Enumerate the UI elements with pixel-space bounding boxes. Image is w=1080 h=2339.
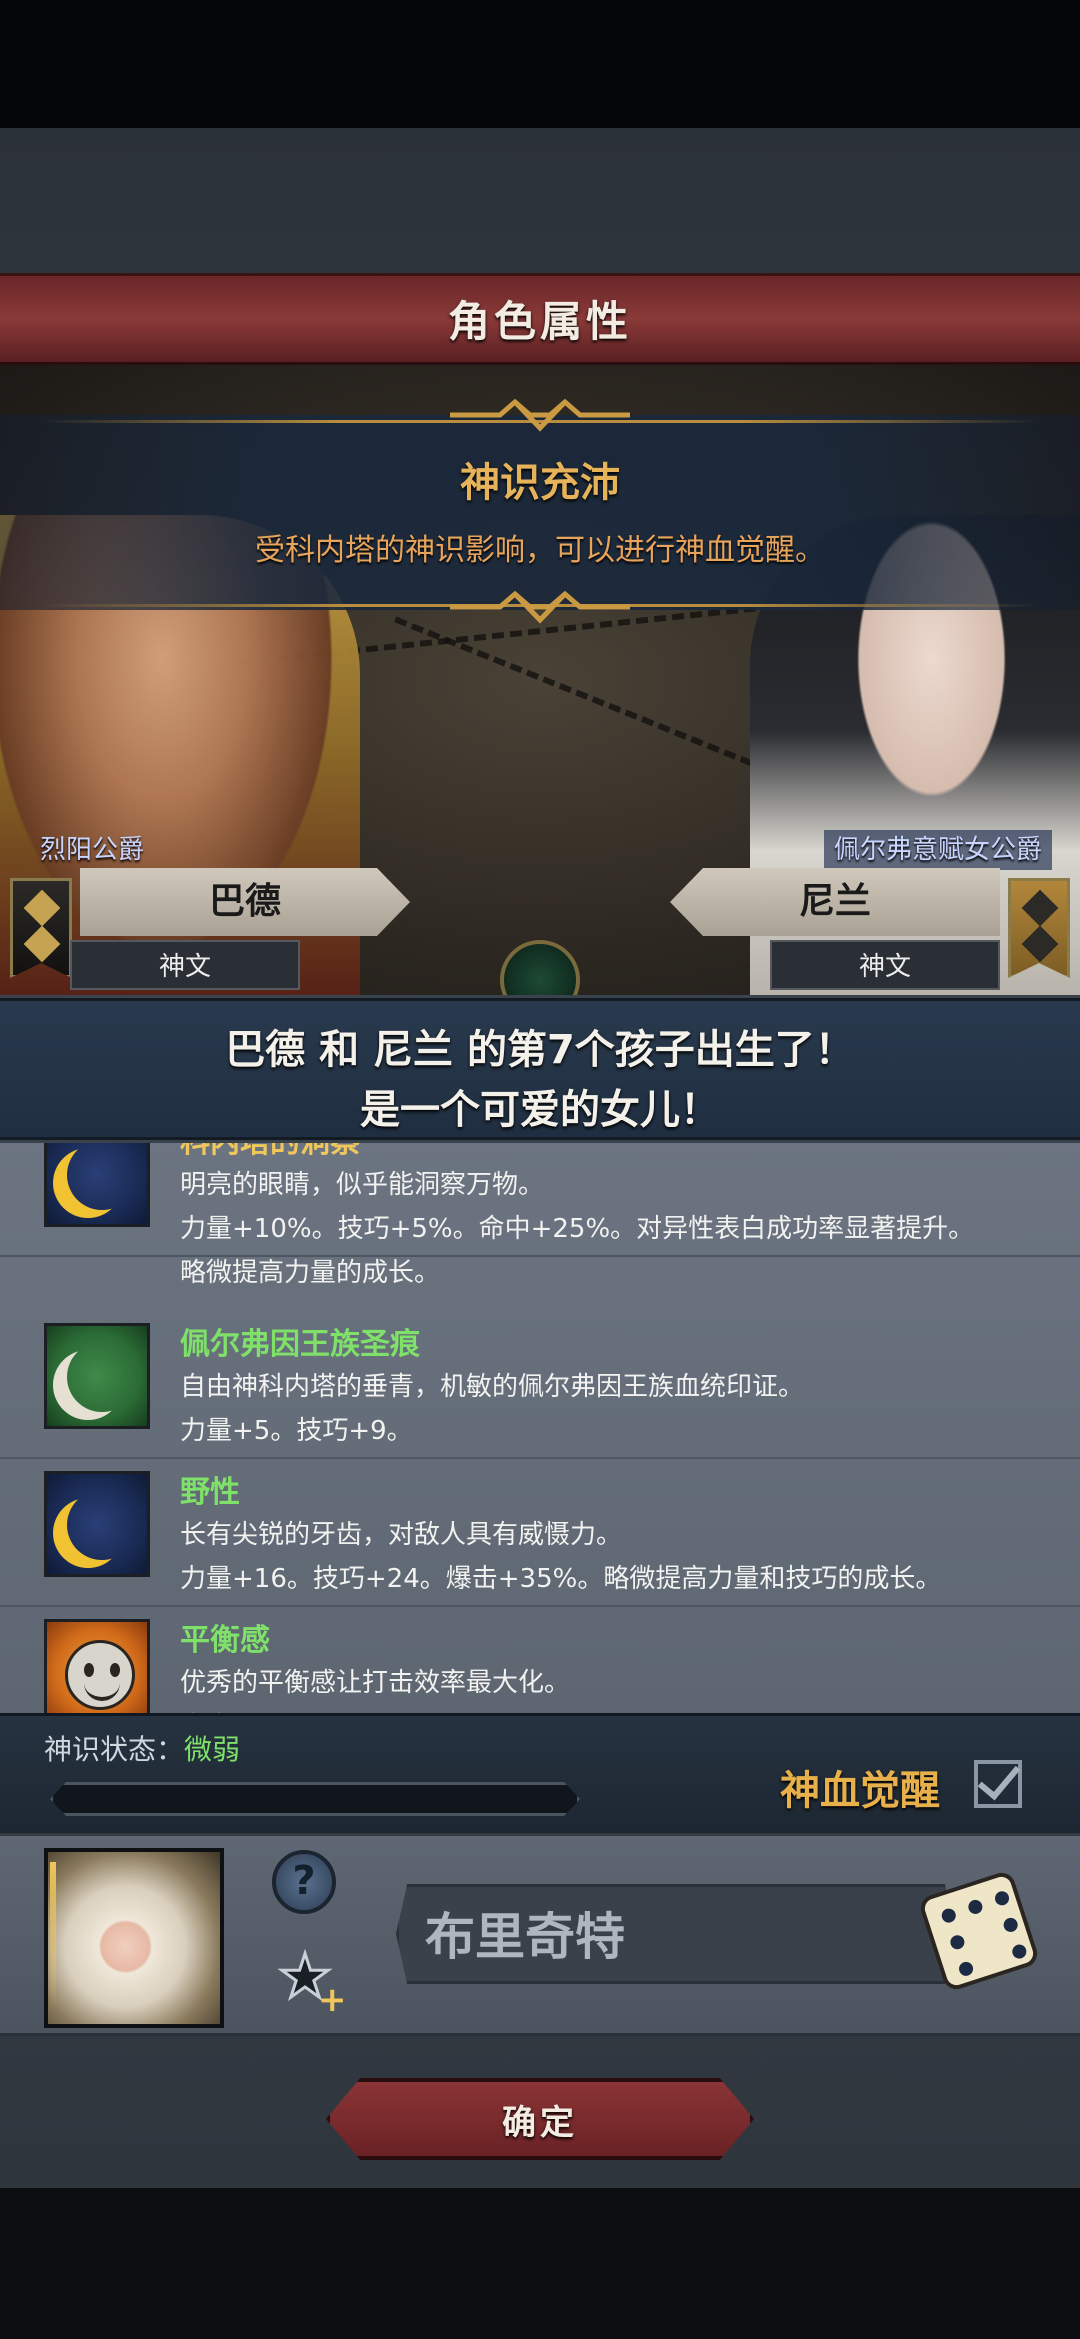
dynasty-emblem-icon — [500, 940, 580, 995]
smiley-face-icon — [44, 1619, 150, 1713]
divine-status-label: 神识状态：微弱 — [44, 1733, 241, 1766]
trait-name: 平衡感 — [180, 1623, 270, 1658]
birth-message-line: 是一个可爱的女儿！ — [360, 1087, 720, 1133]
father-trait: 神文 — [70, 940, 300, 990]
bottom-letterbox — [0, 2188, 1080, 2339]
page-title: 角色属性 — [447, 297, 632, 346]
mother-rank: 佩尔弗意赋女公爵 — [823, 830, 1052, 870]
birth-message: 巴德 和 尼兰 的第7个孩子出生了！ 是一个可爱的女儿！ — [0, 998, 1080, 1140]
list-item: 佩尔弗因王族圣痕 自由神科内塔的垂青，机敏的佩尔弗因王族血统印证。 力量+5。技… — [0, 1311, 1080, 1459]
trait-description: 自由神科内塔的垂青，机敏的佩尔弗因王族血统印证。 力量+5。技巧+9。 — [180, 1372, 805, 1446]
add-icon: + — [318, 1980, 347, 2020]
notification-title: 神识充沛 — [460, 460, 620, 506]
divine-status-value: 微弱 — [184, 1733, 241, 1766]
divine-status-panel: 神识状态：微弱 神血觉醒 — [0, 1713, 1080, 1833]
crescent-moon-icon — [44, 1471, 150, 1577]
trait-description: 明亮的眼睛，似乎能洞察万物。 力量+10%。技巧+5%。命中+25%。对异性表白… — [180, 1170, 975, 1288]
notification-banner — [0, 415, 1080, 610]
ornament-icon — [450, 398, 630, 432]
crescent-moon-icon — [44, 1143, 150, 1227]
help-button[interactable]: ? — [272, 1850, 336, 1914]
father-rank: 烈阳公爵 — [40, 835, 145, 865]
list-item: 科内塔的洞察 明亮的眼睛，似乎能洞察万物。 力量+10%。技巧+5%。命中+25… — [0, 1143, 1080, 1288]
map-path — [394, 616, 786, 780]
white-crescent-icon — [44, 1323, 150, 1429]
list-item: 野性 长有尖锐的牙齿，对敌人具有威慑力。 力量+16。技巧+24。爆击+35%。… — [0, 1459, 1080, 1607]
trait-name: 野性 — [180, 1475, 240, 1510]
trait-name: 科内塔的洞察 — [180, 1143, 360, 1161]
child-portrait — [44, 1848, 224, 2028]
child-name-field[interactable]: 布里奇特 — [396, 1884, 956, 1984]
father-house-flag-icon — [10, 878, 72, 978]
trait-description: 长有尖锐的牙齿，对敌人具有威慑力。 力量+16。技巧+24。爆击+35%。略微提… — [180, 1520, 942, 1594]
trait-list[interactable]: 科内塔的洞察 明亮的眼睛，似乎能洞察万物。 力量+10%。技巧+5%。命中+25… — [0, 1143, 1080, 1713]
mother-trait: 神文 — [770, 940, 1000, 990]
confirm-button[interactable]: 确定 — [326, 2078, 754, 2160]
child-name-value: 布里奇特 — [425, 1908, 625, 1966]
father-name[interactable]: 巴德 — [80, 868, 410, 936]
mother-name[interactable]: 尼兰 — [670, 868, 1000, 936]
list-item: 平衡感 优秀的平衡感让打击效率最大化。 命中+20%。 — [0, 1607, 1080, 1713]
notification-subtitle: 受科内塔的神识影响，可以进行神血觉醒。 — [255, 533, 825, 568]
birth-message-line: 巴德 和 尼兰 的第7个孩子出生了！ — [225, 1027, 855, 1073]
awaken-checkbox[interactable] — [974, 1760, 1022, 1808]
trait-description: 优秀的平衡感让打击效率最大化。 命中+20%。 — [180, 1668, 571, 1713]
mother-house-flag-icon — [1008, 878, 1070, 978]
trait-name: 佩尔弗因王族圣痕 — [180, 1327, 420, 1362]
awaken-label: 神血觉醒 — [780, 1768, 940, 1814]
divine-progress-bar — [50, 1782, 580, 1816]
title-band: 角色属性 — [0, 273, 1080, 365]
top-letterbox — [0, 0, 1080, 128]
ornament-icon — [450, 590, 630, 624]
